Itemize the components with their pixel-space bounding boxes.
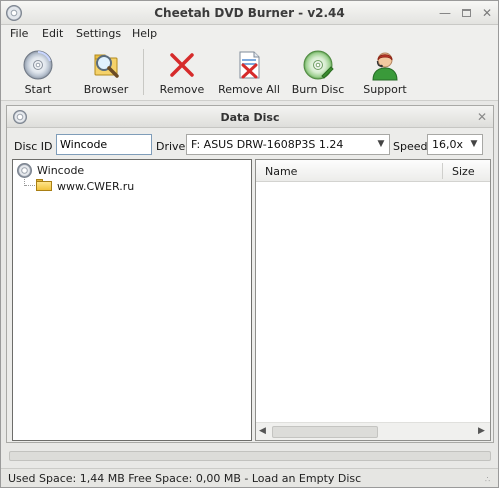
data-disc-panel: Data Disc ✕ Disc ID Drive F: ASUS DRW-16… xyxy=(6,105,494,443)
menu-file[interactable]: File xyxy=(10,27,28,40)
status-bar: Used Space: 1,44 MB Free Space: 0,00 MB … xyxy=(1,468,498,487)
toolbar: Start Browser Remove Remove All Burn Dis… xyxy=(1,43,498,101)
remove-all-icon xyxy=(233,49,265,81)
toolbar-separator xyxy=(143,49,144,95)
folder-icon xyxy=(36,179,52,191)
scroll-left-icon[interactable]: ◀ xyxy=(259,426,266,436)
minimize-button[interactable]: — xyxy=(437,5,453,21)
tree-folder-item[interactable]: www.CWER.ru xyxy=(57,180,134,193)
status-text: Used Space: 1,44 MB Free Space: 0,00 MB … xyxy=(8,472,362,485)
chevron-down-icon: ▼ xyxy=(470,139,478,149)
maximize-button[interactable] xyxy=(458,5,474,21)
red-x-icon xyxy=(166,49,198,81)
remove-all-button[interactable]: Remove All xyxy=(215,45,283,99)
column-header-name[interactable]: Name xyxy=(265,165,297,178)
remove-button[interactable]: Remove xyxy=(153,45,211,99)
menu-bar: File Edit Settings Help xyxy=(1,25,498,43)
panel-title: Data Disc xyxy=(220,111,280,124)
tree-connector xyxy=(25,185,35,186)
close-button[interactable]: ✕ xyxy=(479,5,495,21)
speed-select-value: 16,0x xyxy=(432,138,464,151)
start-label: Start xyxy=(24,83,52,96)
disc-id-label: Disc ID xyxy=(14,140,53,153)
window-title: Cheetah DVD Burner - v2.44 xyxy=(154,6,345,20)
panel-close-button[interactable]: ✕ xyxy=(475,110,489,124)
burn-progress-bar xyxy=(9,451,491,461)
support-person-icon xyxy=(369,49,401,81)
speed-label: Speed xyxy=(393,140,428,153)
horizontal-scrollbar[interactable]: ◀ ▶ xyxy=(256,422,490,440)
browser-label: Browser xyxy=(83,83,129,96)
burn-disc-button[interactable]: Burn Disc xyxy=(287,45,349,99)
disc-tree-view[interactable]: Wincode www.CWER.ru xyxy=(12,159,252,441)
list-header: Name Size xyxy=(256,160,490,182)
maximize-icon xyxy=(461,9,471,17)
main-window: Cheetah DVD Burner - v2.44 — ✕ File Edit… xyxy=(0,0,499,488)
menu-edit[interactable]: Edit xyxy=(42,27,63,40)
chevron-down-icon: ▼ xyxy=(377,139,385,149)
column-divider[interactable] xyxy=(442,163,443,179)
magnifier-icon xyxy=(90,49,122,81)
support-button[interactable]: Support xyxy=(356,45,414,99)
speed-select[interactable]: 16,0x ▼ xyxy=(427,134,483,155)
resize-grip-icon[interactable]: ∴ xyxy=(485,475,490,484)
drive-select[interactable]: F: ASUS DRW-1608P3S 1.24 ▼ xyxy=(186,134,390,155)
browser-button[interactable]: Browser xyxy=(77,45,135,99)
start-button[interactable]: Start xyxy=(9,45,67,99)
title-bar: Cheetah DVD Burner - v2.44 — ✕ xyxy=(1,1,498,25)
menu-help[interactable]: Help xyxy=(132,27,157,40)
tree-root-item[interactable]: Wincode xyxy=(37,164,84,177)
scroll-thumb[interactable] xyxy=(272,426,378,438)
disc-icon xyxy=(17,163,32,178)
panel-title-bar: Data Disc ✕ xyxy=(7,106,493,128)
support-label: Support xyxy=(363,83,407,96)
remove-all-label: Remove All xyxy=(218,83,280,96)
disc-id-input[interactable] xyxy=(56,134,152,155)
menu-settings[interactable]: Settings xyxy=(76,27,121,40)
disc-icon xyxy=(22,49,54,81)
column-header-size[interactable]: Size xyxy=(452,165,475,178)
drive-label: Drive xyxy=(156,140,186,153)
burn-disc-icon xyxy=(302,49,334,81)
remove-label: Remove xyxy=(159,83,205,96)
drive-select-value: F: ASUS DRW-1608P3S 1.24 xyxy=(191,138,344,151)
scroll-right-icon[interactable]: ▶ xyxy=(478,426,485,436)
burn-disc-label: Burn Disc xyxy=(291,83,345,96)
file-list-view[interactable]: Name Size ◀ ▶ xyxy=(255,159,491,441)
